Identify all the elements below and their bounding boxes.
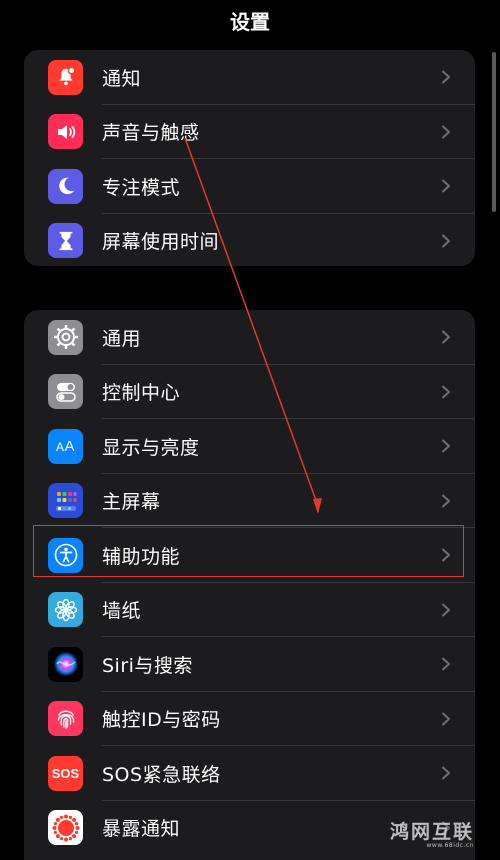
watermark-url: www.68idc.cn xyxy=(426,842,474,849)
watermark-text: 鸿网互联 xyxy=(389,821,474,843)
watermark-logo: 鸿网互联 www.68idc.cn xyxy=(354,822,474,852)
annotation-arrow xyxy=(184,137,322,514)
